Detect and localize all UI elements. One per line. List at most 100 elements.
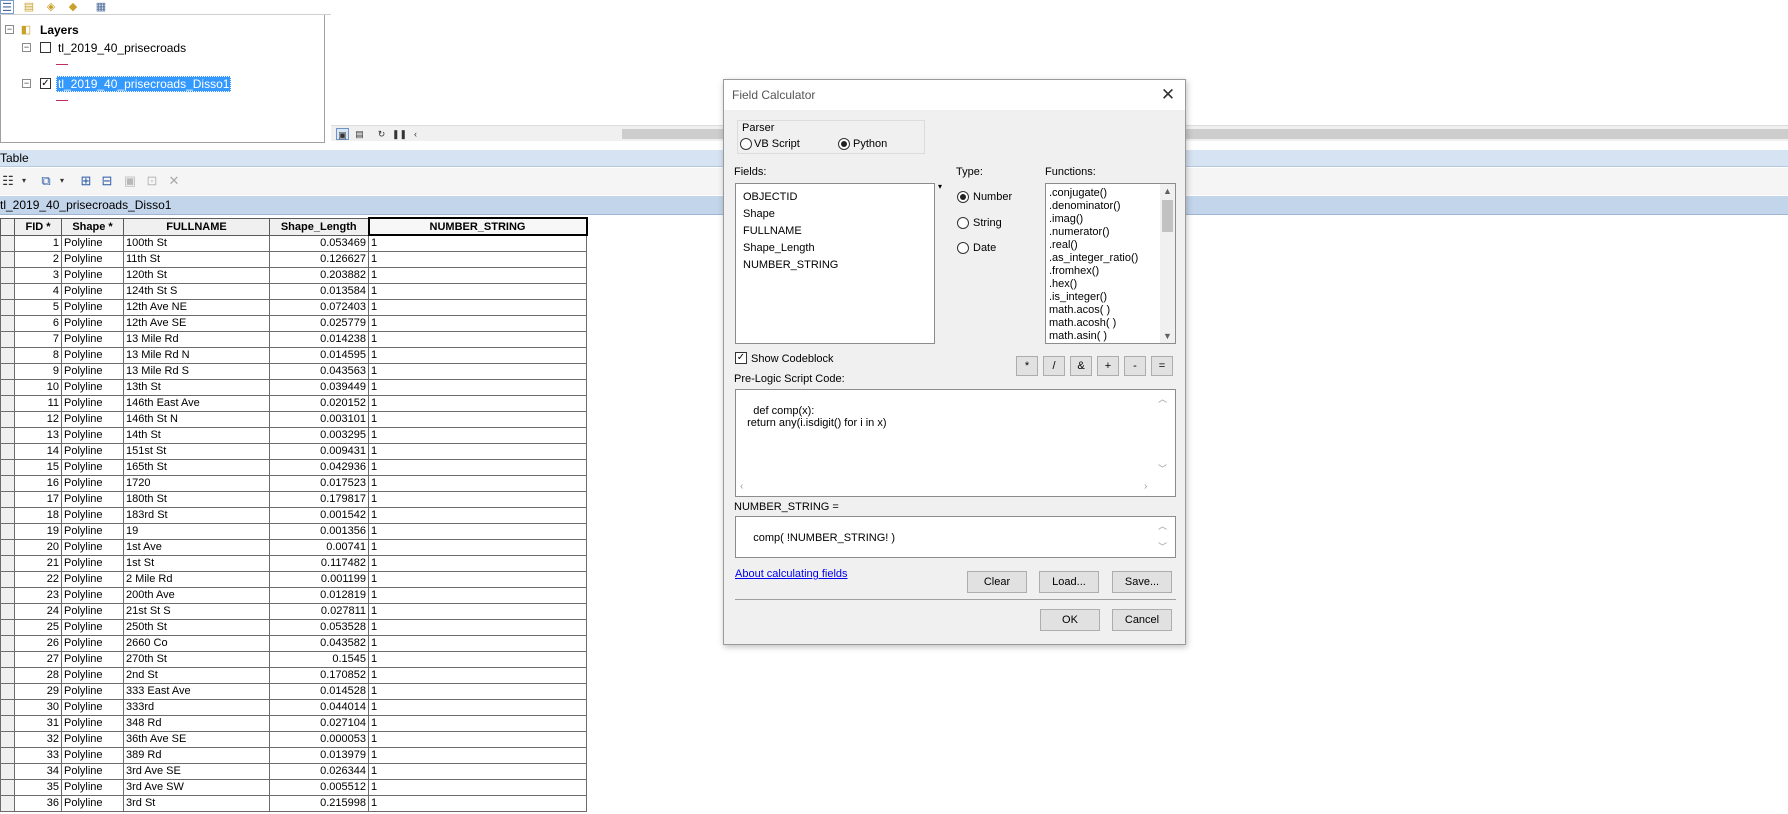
plus-operator-button[interactable]: +	[1097, 356, 1119, 376]
cell-number-string[interactable]: 1	[368, 698, 587, 716]
column-header-number-string[interactable]: NUMBER_STRING	[367, 217, 588, 236]
layer-item-prisecroads-disso1[interactable]: − ✓ tl_2019_40_prisecroads_Disso1	[1, 75, 301, 93]
load-button[interactable]: Load...	[1039, 571, 1099, 593]
cell-number-string[interactable]: 1	[368, 234, 587, 252]
cell-fid[interactable]: 35	[14, 778, 62, 796]
function-item[interactable]: .hex()	[1049, 278, 1077, 291]
row-selector[interactable]	[0, 442, 15, 460]
table-row[interactable]: 9 Polyline 13 Mile Rd S 0.043563 1	[0, 362, 587, 380]
cell-fid[interactable]: 11	[14, 394, 62, 412]
cell-shape-length[interactable]: 0.017523	[269, 474, 369, 492]
table-row[interactable]: 12 Polyline 146th St N 0.003101 1	[0, 410, 587, 428]
table-row[interactable]: 17 Polyline 180th St 0.179817 1	[0, 490, 587, 508]
scroll-up-icon[interactable]: ︿	[1158, 393, 1167, 406]
cell-fid[interactable]: 34	[14, 762, 62, 780]
cell-fullname[interactable]: 13 Mile Rd	[123, 330, 270, 348]
cell-fid[interactable]: 4	[14, 282, 62, 300]
cell-shape[interactable]: Polyline	[61, 346, 124, 364]
minus-operator-button[interactable]: -	[1124, 356, 1146, 376]
table-row[interactable]: 14 Polyline 151st St 0.009431 1	[0, 442, 587, 460]
cell-fullname[interactable]: 13th St	[123, 378, 270, 396]
cell-shape-length[interactable]: 0.014528	[269, 682, 369, 700]
row-selector[interactable]	[0, 650, 15, 668]
cell-fullname[interactable]: 165th St	[123, 458, 270, 476]
cell-shape-length[interactable]: 0.001199	[269, 570, 369, 588]
related-tables-icon[interactable]: ⧉	[38, 173, 54, 189]
cell-shape[interactable]: Polyline	[61, 602, 124, 620]
cell-fullname[interactable]: 1st St	[123, 554, 270, 572]
cell-number-string[interactable]: 1	[368, 682, 587, 700]
function-item[interactable]: .fromhex()	[1049, 265, 1099, 278]
scroll-down-icon[interactable]: ▼	[1160, 329, 1175, 343]
scrollbar-thumb[interactable]	[1162, 200, 1173, 232]
table-row[interactable]: 23 Polyline 200th Ave 0.012819 1	[0, 586, 587, 604]
row-selector[interactable]	[0, 314, 15, 332]
row-selector[interactable]	[0, 282, 15, 300]
divide-operator-button[interactable]: /	[1043, 356, 1065, 376]
cell-shape[interactable]: Polyline	[61, 522, 124, 540]
type-number-radio[interactable]	[957, 191, 969, 203]
cell-shape-length[interactable]: 0.001356	[269, 522, 369, 540]
cell-fid[interactable]: 16	[14, 474, 62, 492]
cell-shape[interactable]: Polyline	[61, 506, 124, 524]
table-row[interactable]: 29 Polyline 333 East Ave 0.014528 1	[0, 682, 587, 700]
layout-view-icon[interactable]: ▤	[353, 128, 366, 140]
row-selector[interactable]	[0, 394, 15, 412]
cell-shape[interactable]: Polyline	[61, 586, 124, 604]
cell-number-string[interactable]: 1	[368, 458, 587, 476]
table-options-icon[interactable]: ☷	[0, 173, 16, 189]
cell-fid[interactable]: 9	[14, 362, 62, 380]
zoom-to-selected-icon[interactable]: ⊡	[144, 173, 160, 189]
cell-shape[interactable]: Polyline	[61, 666, 124, 684]
list-by-selection-icon[interactable]: ◆	[66, 0, 80, 14]
row-selector[interactable]	[0, 378, 15, 396]
cell-number-string[interactable]: 1	[368, 490, 587, 508]
cell-fid[interactable]: 8	[14, 346, 62, 364]
row-selector[interactable]	[0, 586, 15, 604]
function-item[interactable]: math.asin( )	[1049, 330, 1107, 343]
field-item[interactable]: Shape	[743, 208, 775, 221]
row-selector[interactable]	[0, 234, 15, 252]
row-selector[interactable]	[0, 346, 15, 364]
collapse-icon[interactable]: −	[5, 25, 14, 34]
cell-number-string[interactable]: 1	[368, 602, 587, 620]
function-item[interactable]: math.acos( )	[1049, 304, 1110, 317]
cell-fullname[interactable]: 14th St	[123, 426, 270, 444]
column-header-shape-length[interactable]: Shape_Length	[269, 217, 369, 236]
cell-number-string[interactable]: 1	[368, 410, 587, 428]
field-item[interactable]: Shape_Length	[743, 242, 815, 255]
cell-shape-length[interactable]: 0.014595	[269, 346, 369, 364]
function-item[interactable]: .imag()	[1049, 213, 1083, 226]
cell-shape[interactable]: Polyline	[61, 554, 124, 572]
cell-fid[interactable]: 27	[14, 650, 62, 668]
cell-shape-length[interactable]: 0.026344	[269, 762, 369, 780]
cell-fullname[interactable]: 250th St	[123, 618, 270, 636]
function-item[interactable]: .is_integer()	[1049, 291, 1107, 304]
cell-fid[interactable]: 24	[14, 602, 62, 620]
cell-fid[interactable]: 33	[14, 746, 62, 764]
cell-number-string[interactable]: 1	[368, 330, 587, 348]
options-icon[interactable]: ▦	[94, 0, 108, 14]
row-selector[interactable]	[0, 410, 15, 428]
cell-shape[interactable]: Polyline	[61, 794, 124, 812]
cell-shape[interactable]: Polyline	[61, 778, 124, 796]
cell-shape[interactable]: Polyline	[61, 490, 124, 508]
cell-shape-length[interactable]: 0.126627	[269, 250, 369, 268]
cell-fid[interactable]: 12	[14, 410, 62, 428]
layer-visibility-checkbox[interactable]: ✓	[40, 78, 51, 89]
ok-button[interactable]: OK	[1040, 609, 1100, 631]
table-row[interactable]: 21 Polyline 1st St 0.117482 1	[0, 554, 587, 572]
cell-fid[interactable]: 28	[14, 666, 62, 684]
cell-fullname[interactable]: 146th St N	[123, 410, 270, 428]
scroll-up-icon[interactable]: ▲	[1160, 184, 1175, 198]
scroll-up-icon[interactable]: ︿	[1158, 520, 1167, 533]
row-selector[interactable]	[0, 682, 15, 700]
table-row[interactable]: 19 Polyline 19 0.001356 1	[0, 522, 587, 540]
table-row[interactable]: 33 Polyline 389 Rd 0.013979 1	[0, 746, 587, 764]
cell-shape-length[interactable]: 0.027104	[269, 714, 369, 732]
cell-number-string[interactable]: 1	[368, 586, 587, 604]
cell-shape[interactable]: Polyline	[61, 570, 124, 588]
cell-number-string[interactable]: 1	[368, 426, 587, 444]
table-row[interactable]: 4 Polyline 124th St S 0.013584 1	[0, 282, 587, 300]
cell-number-string[interactable]: 1	[368, 314, 587, 332]
